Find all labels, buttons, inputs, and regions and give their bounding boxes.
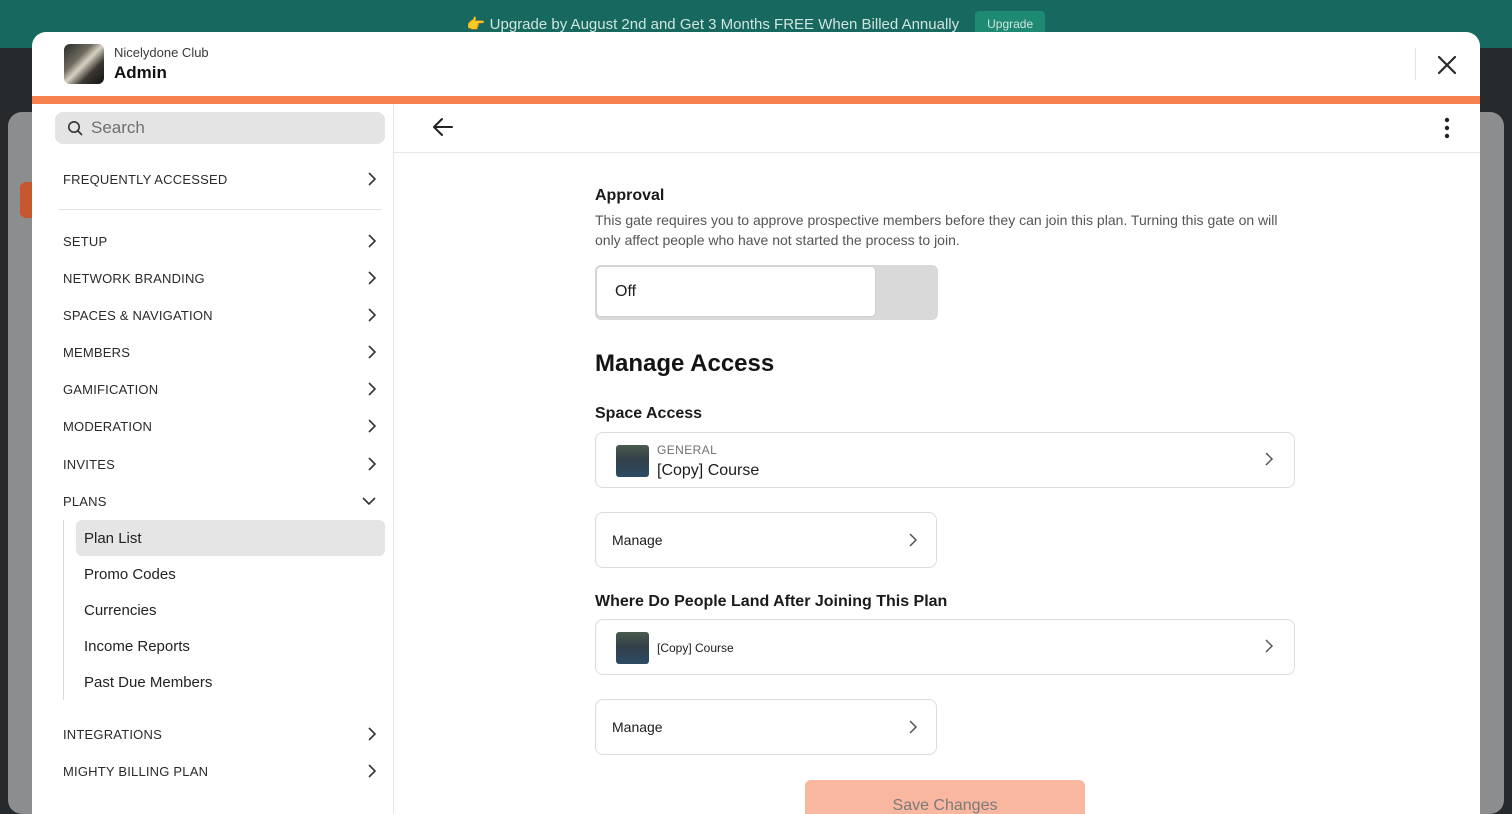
- sidebar-item-invites[interactable]: INVITES: [63, 452, 377, 476]
- subnav-line: [63, 520, 64, 700]
- sidebar-item-label: NETWORK BRANDING: [63, 270, 205, 286]
- approval-description: This gate requires you to approve prospe…: [595, 212, 1278, 248]
- search-input[interactable]: Search: [55, 112, 385, 144]
- sidebar-item-integrations[interactable]: INTEGRATIONS: [63, 722, 377, 746]
- sidebar-item-label: MEMBERS: [63, 344, 131, 360]
- landing-heading: Where Do People Land After Joining This …: [595, 593, 948, 610]
- chevron-right-icon: [368, 457, 377, 471]
- space-category: GENERAL: [657, 443, 718, 457]
- subnav-item-promo-codes[interactable]: Promo Codes: [76, 556, 385, 592]
- approval-heading: Approval: [595, 187, 665, 204]
- manage-label: Manage: [612, 532, 663, 548]
- landing-space-card[interactable]: [Copy] Course: [595, 619, 1295, 675]
- admin-sidebar: Search FREQUENTLY ACCESSED SETUP NETWORK…: [32, 104, 394, 814]
- back-button[interactable]: [430, 114, 456, 140]
- space-access-heading: Space Access: [595, 405, 703, 422]
- sidebar-item-mighty-billing-plan[interactable]: MIGHTY BILLING PLAN: [63, 759, 377, 783]
- sidebar-item-label: SETUP: [63, 233, 108, 249]
- sidebar-item-moderation[interactable]: MODERATION: [63, 414, 377, 438]
- subnav-item-currencies[interactable]: Currencies: [76, 592, 385, 628]
- landing-space-name: [Copy] Course: [657, 641, 734, 655]
- manage-space-access-button[interactable]: Manage: [595, 512, 937, 568]
- toggle-state: Off: [596, 266, 876, 317]
- sidebar-item-label: GAMIFICATION: [63, 381, 159, 397]
- chevron-right-icon: [368, 727, 377, 741]
- club-name: Nicelydone Club: [114, 45, 209, 60]
- manage-landing-button[interactable]: Manage: [595, 699, 937, 755]
- search-icon: [68, 121, 83, 136]
- space-access-card[interactable]: GENERAL [Copy] Course: [595, 432, 1295, 488]
- search-placeholder: Search: [91, 118, 145, 137]
- close-button[interactable]: [1432, 50, 1462, 80]
- content-toolbar: [394, 104, 1480, 153]
- space-thumbnail: [616, 632, 649, 664]
- sidebar-item-members[interactable]: MEMBERS: [63, 340, 377, 364]
- chevron-right-icon: [368, 172, 377, 186]
- manage-access-heading: Manage Access: [595, 350, 775, 377]
- more-vertical-icon: [1444, 117, 1450, 139]
- chevron-right-icon: [368, 271, 377, 285]
- sidebar-item-plans[interactable]: PLANS: [63, 489, 377, 513]
- sidebar-item-label: FREQUENTLY ACCESSED: [63, 171, 228, 187]
- subnav-item-plan-list[interactable]: Plan List: [76, 520, 385, 556]
- subnav-item-income-reports[interactable]: Income Reports: [76, 628, 385, 664]
- space-thumbnail: [616, 445, 649, 477]
- chevron-right-icon: [368, 308, 377, 322]
- sidebar-item-setup[interactable]: SETUP: [63, 229, 377, 253]
- close-icon: [1437, 55, 1457, 75]
- subnav-item-past-due-members[interactable]: Past Due Members: [76, 664, 385, 700]
- sidebar-item-label: INTEGRATIONS: [63, 726, 162, 742]
- sidebar-item-gamification[interactable]: GAMIFICATION: [63, 377, 377, 401]
- sidebar-item-label: INVITES: [63, 456, 115, 472]
- sidebar-item-label: MIGHTY BILLING PLAN: [63, 763, 209, 779]
- sidebar-item-network-branding[interactable]: NETWORK BRANDING: [63, 266, 377, 290]
- arrow-left-icon: [433, 118, 453, 136]
- accent-bar: [32, 96, 1480, 104]
- space-name: [Copy] Course: [657, 462, 760, 479]
- admin-modal: Nicelydone Club Admin Search FREQUENTLY …: [32, 32, 1480, 814]
- modal-title: Admin: [114, 63, 167, 82]
- approval-toggle[interactable]: Off: [595, 265, 938, 320]
- chevron-right-icon: [368, 345, 377, 359]
- modal-header: Nicelydone Club Admin: [32, 32, 1480, 96]
- chevron-right-icon: [368, 234, 377, 248]
- chevron-right-icon: [368, 419, 377, 433]
- sidebar-item-spaces-navigation[interactable]: SPACES & NAVIGATION: [63, 303, 377, 327]
- more-options-button[interactable]: [1437, 116, 1457, 140]
- sidebar-item-label: PLANS: [63, 493, 107, 509]
- chevron-right-icon: [909, 533, 918, 547]
- header-divider: [1415, 48, 1416, 80]
- chevron-down-icon: [362, 497, 376, 506]
- banner-text: 👉 Upgrade by August 2nd and Get 3 Months…: [466, 16, 960, 33]
- sidebar-divider: [58, 209, 381, 210]
- chevron-right-icon: [1265, 452, 1274, 466]
- manage-label: Manage: [612, 719, 663, 735]
- club-logo: [64, 44, 104, 84]
- sidebar-item-label: MODERATION: [63, 418, 153, 434]
- chevron-right-icon: [1265, 639, 1274, 653]
- chevron-right-icon: [368, 382, 377, 396]
- sidebar-item-label: SPACES & NAVIGATION: [63, 307, 213, 323]
- sidebar-item-frequently-accessed[interactable]: FREQUENTLY ACCESSED: [63, 167, 377, 191]
- save-changes-button[interactable]: Save Changes: [805, 780, 1085, 814]
- chevron-right-icon: [368, 764, 377, 778]
- chevron-right-icon: [909, 720, 918, 734]
